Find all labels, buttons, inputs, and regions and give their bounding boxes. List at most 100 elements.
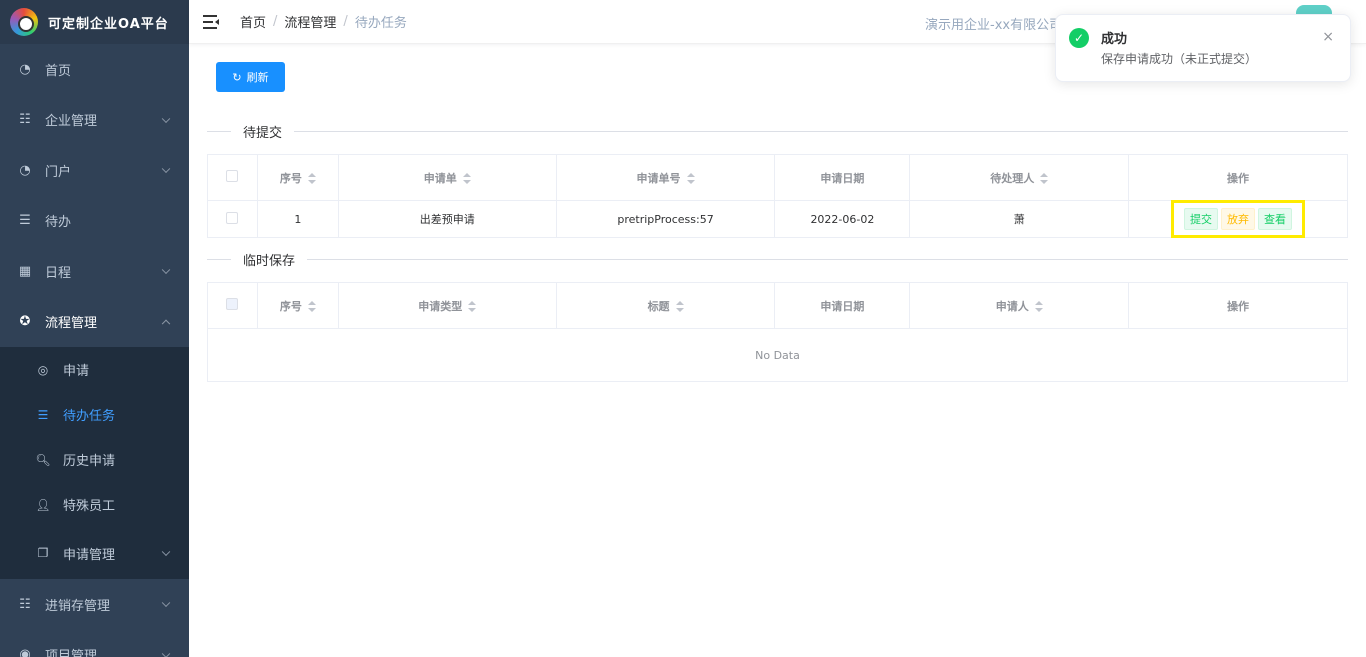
- sidebar-item-project[interactable]: ◉ 项目管理: [0, 630, 189, 657]
- abandon-button[interactable]: 放弃: [1221, 208, 1256, 230]
- actions-highlight-box: 提交 放弃 查看: [1171, 200, 1306, 238]
- sidebar-item-label: 待办: [45, 215, 72, 231]
- cell-date: 2022-06-02: [774, 200, 911, 238]
- section-divider-draft: 临时保存: [207, 250, 1348, 269]
- success-notification: ✓ 成功 保存申请成功（未正式提交） ×: [1055, 14, 1351, 82]
- menu-toggle-icon[interactable]: [203, 14, 221, 29]
- sidebar-item-portal[interactable]: ◔ 门户: [0, 145, 189, 196]
- refresh-button[interactable]: ↻ 刷新: [216, 62, 285, 92]
- sidebar-item-enterprise[interactable]: ☷ 企业管理: [0, 95, 189, 146]
- process-icon: ✪: [19, 314, 31, 330]
- refresh-icon: ↻: [232, 70, 242, 84]
- refresh-button-label: 刷新: [246, 71, 269, 84]
- sort-icon[interactable]: [1034, 301, 1043, 312]
- select-all-checkbox[interactable]: [226, 170, 239, 182]
- column-header: 操作: [1128, 282, 1348, 329]
- sort-icon[interactable]: [462, 173, 471, 184]
- process-submenu: ◎ 申请 ☰ 待办任务 🔍︎ 历史申请 👤︎ 特殊员工 ❐ 申请管理: [0, 347, 189, 579]
- cell-index: 1: [256, 200, 339, 238]
- column-header: 申请日期: [774, 154, 911, 201]
- sidebar-subitem-label: 申请: [63, 364, 90, 379]
- sidebar-subitem-label: 历史申请: [63, 454, 116, 469]
- cell-handler: 萧: [909, 200, 1130, 238]
- dashboard-icon: ◔: [19, 61, 31, 77]
- sidebar-item-schedule[interactable]: ▦ 日程: [0, 246, 189, 297]
- select-all-cell: [207, 282, 258, 329]
- column-header[interactable]: 序号: [256, 282, 339, 329]
- sidebar-subitem-label: 特殊员工: [63, 499, 116, 514]
- sidebar-subitem-apply-manage[interactable]: ❐ 申请管理: [0, 527, 189, 579]
- sidebar-item-home[interactable]: ◔ 首页: [0, 44, 189, 95]
- sidebar-subitem-label: 待办任务: [63, 409, 116, 424]
- app-logo-bar[interactable]: 可定制企业OA平台: [0, 0, 189, 44]
- sidebar-subitem-apply[interactable]: ◎ 申请: [0, 347, 189, 392]
- select-all-checkbox: [226, 298, 239, 310]
- eye-icon: ◉: [19, 647, 31, 657]
- sidebar-item-inventory[interactable]: ☷ 进销存管理: [0, 579, 189, 630]
- submit-button[interactable]: 提交: [1184, 208, 1219, 230]
- sidebar-subitem-label: 申请管理: [63, 547, 116, 563]
- column-header[interactable]: 序号: [256, 154, 339, 201]
- row-checkbox[interactable]: [226, 211, 239, 224]
- chevron-down-icon: [161, 114, 171, 123]
- section-divider-pending: 待提交: [207, 122, 1348, 141]
- company-name: 演示用企业-xx有限公司: [925, 18, 1063, 33]
- sort-icon[interactable]: [307, 173, 316, 184]
- list-icon: ☰: [37, 407, 49, 422]
- copy-icon: ❐: [37, 546, 49, 560]
- cell-actions: 提交 放弃 查看: [1128, 200, 1348, 238]
- target-icon: ◎: [37, 362, 49, 377]
- view-button[interactable]: 查看: [1258, 208, 1293, 230]
- sidebar: 可定制企业OA平台 ◔ 首页 ☷ 企业管理 ◔ 门户 ☰ 待办 ▦ 日程 ✪ 流…: [0, 0, 189, 657]
- sidebar-item-process[interactable]: ✪ 流程管理: [0, 297, 189, 348]
- sidebar-item-label: 门户: [45, 164, 72, 180]
- column-header[interactable]: 标题: [555, 282, 776, 329]
- sidebar-subitem-pending-tasks[interactable]: ☰ 待办任务: [0, 392, 189, 437]
- sort-icon[interactable]: [1040, 173, 1049, 184]
- select-all-cell: [207, 154, 258, 201]
- column-header: 申请日期: [774, 282, 911, 329]
- grid-icon: ▦: [18, 263, 32, 279]
- column-header[interactable]: 申请单号: [555, 154, 776, 201]
- row-select-cell: [207, 200, 258, 238]
- column-header[interactable]: 待处理人: [909, 154, 1130, 201]
- table-header-row: 序号 申请类型 标题 申请日期 申请人 操作: [207, 282, 1348, 329]
- chevron-down-icon: [161, 598, 171, 608]
- list-icon: ☰: [19, 213, 31, 229]
- app-title: 可定制企业OA平台: [48, 16, 169, 32]
- draft-table: 序号 申请类型 标题 申请日期 申请人 操作 No Data: [207, 282, 1348, 382]
- sort-icon[interactable]: [686, 173, 695, 184]
- search-icon: 🔍︎: [35, 452, 51, 467]
- tree-list-icon: ☷: [19, 596, 31, 612]
- breadcrumb-process[interactable]: 流程管理: [284, 12, 336, 31]
- table-row: 1 出差预申请 pretripProcess:57 2022-06-02 萧 提…: [207, 200, 1348, 238]
- breadcrumb-separator: /: [273, 14, 278, 29]
- chevron-down-icon: [161, 164, 171, 174]
- user-icon: 👤︎: [35, 497, 51, 512]
- sort-icon[interactable]: [468, 301, 477, 312]
- chevron-up-icon: [161, 319, 171, 328]
- column-header[interactable]: 申请类型: [337, 282, 557, 329]
- chevron-down-icon: [161, 649, 171, 657]
- breadcrumb-home[interactable]: 首页: [240, 12, 266, 31]
- notification-title: 成功: [1101, 32, 1128, 47]
- sidebar-item-label: 首页: [45, 63, 72, 79]
- sidebar-subitem-history[interactable]: 🔍︎ 历史申请: [0, 437, 189, 482]
- sidebar-item-label: 进销存管理: [45, 598, 111, 614]
- main-content: ↻ 刷新 待提交 序号 申请单 申请单号 申请日期 待处理人 操作 1 出差预申…: [189, 45, 1366, 657]
- column-header[interactable]: 申请单: [337, 154, 557, 201]
- sort-icon[interactable]: [307, 301, 316, 312]
- sidebar-item-todo[interactable]: ☰ 待办: [0, 196, 189, 247]
- column-header[interactable]: 申请人: [909, 282, 1130, 329]
- cell-form: 出差预申请: [337, 200, 557, 238]
- sidebar-item-label: 项目管理: [45, 649, 98, 657]
- empty-text: No Data: [207, 328, 1348, 382]
- close-icon[interactable]: ×: [1322, 29, 1334, 45]
- breadcrumb-separator: /: [343, 14, 348, 29]
- sort-icon[interactable]: [675, 301, 684, 312]
- chevron-down-icon: [161, 265, 171, 275]
- sidebar-subitem-special-staff[interactable]: 👤︎ 特殊员工: [0, 482, 189, 527]
- sidebar-item-label: 流程管理: [45, 316, 98, 332]
- empty-row: No Data: [207, 328, 1348, 382]
- chevron-down-icon: [161, 547, 171, 557]
